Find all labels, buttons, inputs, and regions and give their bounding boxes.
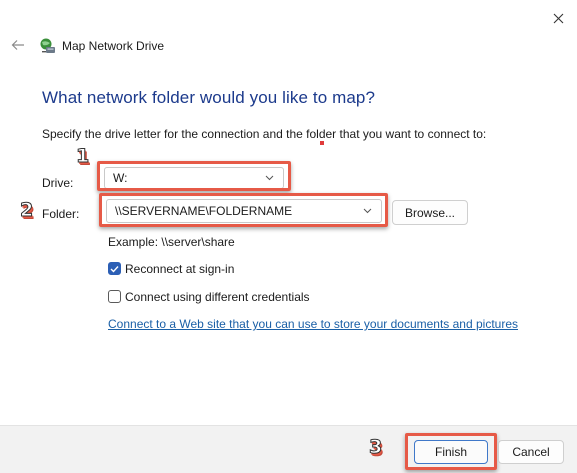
step2-highlight — [99, 193, 388, 227]
step3-badge: 3 — [368, 436, 383, 459]
red-mark — [320, 141, 324, 145]
checkmark-icon — [110, 265, 119, 273]
cancel-button[interactable]: Cancel — [498, 440, 564, 464]
drive-label: Drive: — [42, 176, 74, 190]
step1-highlight — [97, 161, 291, 191]
step3-highlight — [405, 433, 497, 470]
folder-label: Folder: — [42, 207, 80, 221]
example-text: Example: \\server\share — [108, 235, 235, 249]
network-drive-icon — [40, 38, 55, 53]
window-title: Map Network Drive — [62, 39, 165, 53]
reconnect-checkbox[interactable] — [108, 262, 121, 275]
close-icon — [553, 13, 563, 23]
step2-badge: 2 — [19, 199, 34, 222]
map-network-drive-window: Map Network Drive What network folder wo… — [0, 0, 577, 473]
back-button[interactable] — [9, 36, 27, 54]
browse-button[interactable]: Browse... — [392, 200, 468, 225]
close-button[interactable] — [548, 8, 568, 28]
credentials-label[interactable]: Connect using different credentials — [125, 290, 310, 304]
credentials-checkbox[interactable] — [108, 290, 121, 303]
arrow-left-icon — [11, 40, 24, 50]
instruction-text: Specify the drive letter for the connect… — [42, 127, 487, 141]
reconnect-label[interactable]: Reconnect at sign-in — [125, 262, 234, 276]
web-site-link[interactable]: Connect to a Web site that you can use t… — [108, 317, 518, 331]
step1-badge: 1 — [75, 145, 90, 168]
page-heading: What network folder would you like to ma… — [42, 88, 376, 107]
